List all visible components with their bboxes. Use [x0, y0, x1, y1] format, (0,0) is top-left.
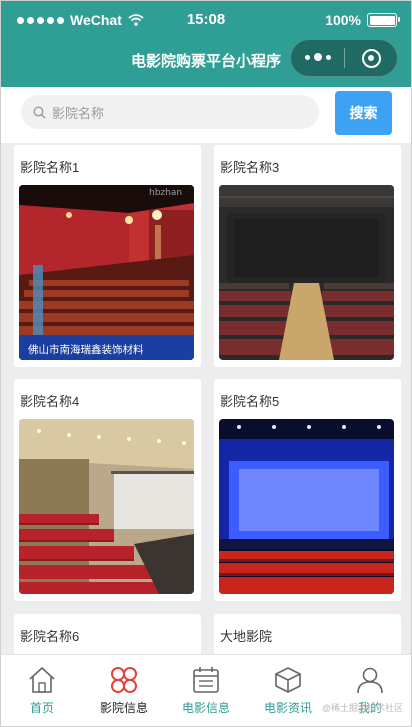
search-placeholder: 影院名称 — [52, 105, 105, 121]
watermark: @稀土掘金技术社区 — [321, 703, 403, 713]
cinema-card[interactable]: 影院名称5 — [214, 379, 401, 601]
phone-frame: WeChat 15:08 100% 电影院购票平台小程序 影院名称 搜索 影院名… — [0, 0, 412, 727]
search-bar: 影院名称 搜索 — [1, 87, 411, 143]
image-watermark: hbzhan — [149, 188, 182, 198]
tab-home[interactable]: 首页 — [1, 655, 83, 726]
battery-percent: 100% — [325, 12, 361, 28]
status-right: 100% — [325, 12, 400, 28]
cinema-card[interactable]: 影院名称1 佛山市南海瑞鑫装饰材料 hbzhan — [14, 145, 201, 367]
miniprogram-capsule — [290, 39, 398, 77]
clover-icon — [107, 663, 141, 697]
cinema-name: 影院名称5 — [220, 394, 280, 409]
battery-icon — [367, 13, 400, 27]
tab-movie-news[interactable]: 电影资讯 — [247, 655, 329, 726]
cinema-image[interactable] — [219, 419, 394, 594]
home-icon — [25, 663, 59, 697]
cinema-image[interactable] — [19, 419, 194, 594]
cinema-image[interactable] — [219, 185, 394, 360]
image-caption: 佛山市南海瑞鑫装饰材料 — [28, 343, 144, 356]
tab-mine[interactable]: 我的 — [329, 655, 411, 726]
cinema-name: 影院名称3 — [220, 160, 280, 175]
cinema-name: 大地影院 — [220, 629, 273, 644]
status-bar: WeChat 15:08 100% — [1, 1, 411, 39]
tab-label: 电影资讯 — [263, 701, 312, 715]
cinema-card[interactable]: 影院名称3 — [214, 145, 401, 367]
tab-label: 影院信息 — [99, 701, 148, 715]
theater-photo-4 — [219, 419, 394, 594]
more-button[interactable] — [291, 53, 344, 62]
theater-photo-3 — [19, 419, 194, 594]
calendar-icon — [189, 663, 223, 697]
tab-bar: 首页 影院信息 电影信息 电影资讯 我的 @稀土掘金技术社区 — [1, 654, 411, 726]
cinema-image[interactable]: 佛山市南海瑞鑫装饰材料 hbzhan — [19, 185, 194, 360]
close-button[interactable] — [345, 48, 397, 68]
search-button[interactable]: 搜索 — [335, 91, 392, 135]
close-icon — [361, 48, 381, 68]
theater-photo-2 — [219, 185, 394, 360]
tab-cinema-info[interactable]: 影院信息 — [83, 655, 165, 726]
search-input[interactable]: 影院名称 — [21, 95, 319, 129]
search-icon — [33, 105, 46, 118]
theater-photo-1: 佛山市南海瑞鑫装饰材料 hbzhan — [19, 185, 194, 360]
cinema-name: 影院名称1 — [20, 160, 80, 175]
cinema-card[interactable]: 影院名称4 — [14, 379, 201, 601]
user-icon — [353, 663, 387, 697]
cinema-name: 影院名称4 — [20, 394, 80, 409]
app-header: WeChat 15:08 100% 电影院购票平台小程序 — [1, 1, 411, 87]
tab-label: 首页 — [29, 701, 54, 715]
cube-icon — [271, 663, 305, 697]
cinema-name: 影院名称6 — [20, 629, 80, 644]
tab-movie-info[interactable]: 电影信息 — [165, 655, 247, 726]
tab-label: 电影信息 — [181, 701, 230, 715]
